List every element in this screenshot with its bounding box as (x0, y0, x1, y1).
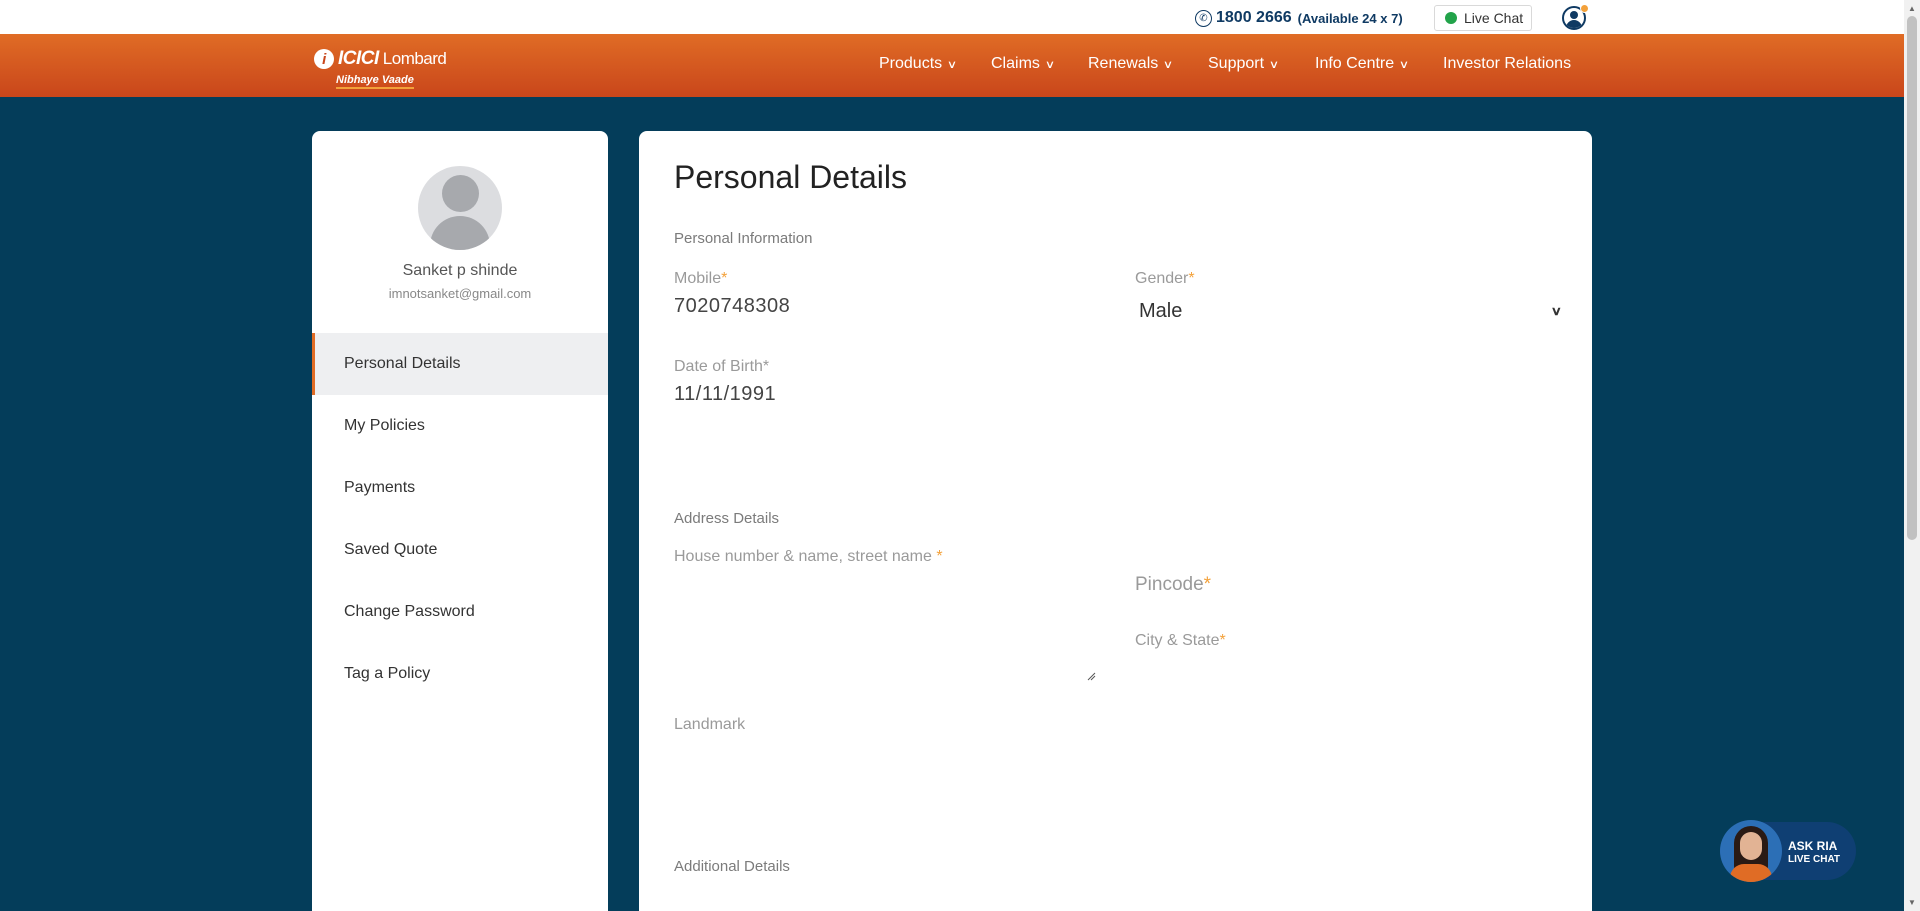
personal-details-panel: Personal Details Personal Information Mo… (639, 131, 1592, 911)
nav-renewals[interactable]: Renewals ∨ (1088, 55, 1174, 73)
scroll-thumb[interactable] (1907, 16, 1917, 540)
sidebar-item-label: Saved Quote (344, 541, 438, 558)
sidebar-item-label: Change Password (344, 603, 475, 620)
chevron-down-icon: ∨ (1398, 58, 1410, 71)
main-navbar: i ICICI Lombard Nibhaye Vaade Products ∨… (0, 34, 1904, 97)
personal-information-heading: Personal Information (674, 230, 813, 247)
gender-value: Male (1139, 299, 1183, 322)
gender-select[interactable]: Male ∨ (1135, 296, 1565, 326)
helpline-number: 1800 2666 (1216, 9, 1292, 26)
page-title: Personal Details (674, 159, 907, 195)
ask-ria-chat-widget[interactable]: ASK RIA LIVE CHAT (1720, 820, 1856, 882)
nav-claims[interactable]: Claims ∨ (991, 55, 1056, 73)
nav-label: Investor Relations (1443, 55, 1572, 72)
phone-icon: ✆ (1195, 9, 1212, 27)
user-name: Sanket p shinde (402, 262, 518, 279)
sidebar-item-label: My Policies (344, 417, 425, 434)
profile-sidebar: Sanket p shinde imnotsanket@gmail.com Pe… (312, 131, 608, 911)
logo-text-lombard: Lombard (382, 49, 447, 68)
additional-details-heading: Additional Details (674, 858, 790, 875)
ria-subtitle: LIVE CHAT (1788, 854, 1841, 865)
pincode-field[interactable]: Pincode* (1135, 574, 1211, 596)
gender-label: Gender* (1135, 270, 1195, 287)
nav-investor-relations[interactable]: Investor Relations (1443, 55, 1571, 73)
avatar[interactable] (418, 166, 502, 250)
resize-grip-icon[interactable] (1086, 671, 1096, 681)
ria-title: ASK RIA (1788, 839, 1838, 853)
dob-label: Date of Birth* (674, 358, 770, 375)
landmark-field[interactable]: Landmark (674, 716, 745, 734)
chevron-down-icon: ∨ (1044, 58, 1056, 71)
sidebar-item-change-password[interactable]: Change Password (312, 581, 608, 643)
nav-support[interactable]: Support ∨ (1208, 55, 1280, 73)
mobile-field[interactable]: 7020748308 (674, 295, 790, 318)
logo-text: ICICI (338, 48, 379, 69)
logo-tagline: Nibhaye Vaade (336, 74, 414, 89)
nav-label: Products (879, 55, 943, 72)
helpline[interactable]: ✆ 1800 2666 (Available 24 x 7) (1195, 9, 1403, 27)
sidebar-item-label: Payments (344, 479, 416, 496)
user-email: imnotsanket@gmail.com (388, 286, 532, 301)
page-scrollbar[interactable]: ▲ ▼ (1904, 0, 1920, 911)
city-state-field[interactable]: City & State* (1135, 632, 1226, 650)
sidebar-item-payments[interactable]: Payments (312, 457, 608, 519)
nav-label: Info Centre (1315, 55, 1395, 72)
logo-mark-icon: i (314, 49, 334, 69)
sidebar-item-label: Personal Details (344, 355, 461, 372)
sidebar-item-my-policies[interactable]: My Policies (312, 395, 608, 457)
scroll-up-icon[interactable]: ▲ (1908, 4, 1916, 13)
mobile-label: Mobile* (674, 270, 728, 287)
sidebar-item-label: Tag a Policy (344, 665, 431, 682)
top-utility-bar: ✆ 1800 2666 (Available 24 x 7) Live Chat (0, 0, 1904, 34)
address-details-heading: Address Details (674, 510, 780, 527)
live-chat-label: Live Chat (1464, 10, 1524, 26)
nav-products[interactable]: Products ∨ (879, 55, 958, 73)
ria-avatar (1720, 820, 1782, 882)
nav-label: Renewals (1088, 55, 1159, 72)
house-street-textarea[interactable] (674, 536, 1096, 681)
nav-info-centre[interactable]: Info Centre ∨ (1315, 55, 1410, 73)
sidebar-item-tag-a-policy[interactable]: Tag a Policy (312, 643, 608, 705)
chevron-down-icon: ∨ (1163, 58, 1174, 71)
helpline-availability: (Available 24 x 7) (1297, 10, 1403, 26)
icici-lombard-logo[interactable]: i ICICI Lombard Nibhaye Vaade (314, 48, 447, 89)
sidebar-item-saved-quote[interactable]: Saved Quote (312, 519, 608, 581)
nav-label: Claims (991, 55, 1040, 72)
sidebar-item-personal-details[interactable]: Personal Details (312, 333, 608, 395)
chevron-down-icon: ∨ (1550, 304, 1563, 318)
profile-menu: Personal Details My Policies Payments Sa… (312, 333, 608, 705)
scroll-down-icon[interactable]: ▼ (1908, 898, 1916, 907)
chevron-down-icon: ∨ (946, 58, 958, 71)
online-status-icon (1445, 12, 1457, 24)
nav-label: Support (1208, 55, 1265, 72)
dob-field[interactable]: 11/11/1991 (674, 383, 776, 406)
notification-badge-icon (1580, 4, 1589, 13)
live-chat-button[interactable]: Live Chat (1434, 5, 1532, 31)
chevron-down-icon: ∨ (1268, 58, 1280, 71)
